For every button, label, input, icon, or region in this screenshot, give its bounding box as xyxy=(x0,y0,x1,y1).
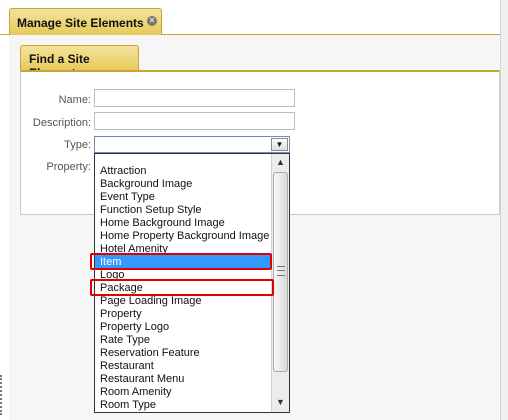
type-label: Type: xyxy=(64,139,91,151)
option-reservation-feature[interactable]: Reservation Feature xyxy=(100,347,200,360)
option-restaurant-menu[interactable]: Restaurant Menu xyxy=(100,373,184,386)
description-label: Description: xyxy=(32,117,91,129)
description-field[interactable] xyxy=(94,112,295,130)
triangle-down-icon[interactable]: ▼ xyxy=(272,394,289,411)
option-property-logo[interactable]: Property Logo xyxy=(100,321,169,334)
tab-find-site-element[interactable]: Find a Site Element xyxy=(20,45,139,80)
name-field[interactable] xyxy=(94,89,295,107)
annotation-box-package xyxy=(90,279,274,296)
option-property[interactable]: Property xyxy=(100,308,142,321)
option-background-image[interactable]: Background Image xyxy=(100,178,192,191)
option-room-type[interactable]: Room Type xyxy=(100,399,156,412)
option-rate-type[interactable]: Rate Type xyxy=(100,334,150,347)
option-event-type[interactable]: Event Type xyxy=(100,191,155,204)
option-room-amenity[interactable]: Room Amenity xyxy=(100,386,172,399)
grip-icon xyxy=(277,266,285,276)
property-label: Property: xyxy=(46,161,91,173)
annotation-box-item xyxy=(90,253,272,270)
option-home-property-background-image[interactable]: Home Property Background Image xyxy=(100,230,269,243)
option-attraction[interactable]: Attraction xyxy=(100,165,146,178)
splitter-handle[interactable] xyxy=(0,375,4,415)
type-select[interactable]: ▼ xyxy=(94,136,290,153)
option-function-setup-style[interactable]: Function Setup Style xyxy=(100,204,202,217)
option-restaurant[interactable]: Restaurant xyxy=(100,360,154,373)
close-icon[interactable]: ✕ xyxy=(147,16,157,26)
tab-title: Manage Site Elements xyxy=(17,16,144,30)
name-label: Name: xyxy=(58,94,91,106)
triangle-down-icon[interactable]: ▼ xyxy=(271,138,288,151)
tab-manage-site-elements[interactable]: Manage Site Elements ✕ xyxy=(9,8,162,35)
triangle-up-icon[interactable]: ▲ xyxy=(272,154,289,171)
page-scrollbar[interactable] xyxy=(500,0,508,420)
option-page-loading-image[interactable]: Page Loading Image xyxy=(100,295,202,308)
tab-strip: Manage Site Elements ✕ xyxy=(0,0,508,35)
option-home-background-image[interactable]: Home Background Image xyxy=(100,217,225,230)
scrollbar-thumb[interactable] xyxy=(273,172,288,372)
